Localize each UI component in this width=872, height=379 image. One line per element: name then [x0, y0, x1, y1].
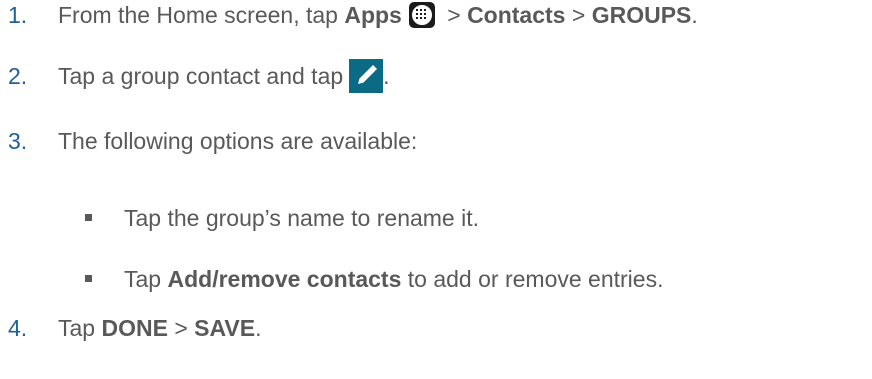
bullet-text-part: Tap the group’s name to rename it. — [124, 205, 480, 231]
step-text: From the Home screen, tap Apps > Contact… — [58, 0, 698, 30]
bullet-square-icon — [85, 275, 92, 282]
step-number: 3. — [8, 128, 28, 154]
step-text-part: Tap — [58, 315, 102, 341]
bullet-square-icon — [85, 214, 92, 221]
step-text-part: . — [691, 2, 698, 28]
save-label: SAVE — [194, 315, 256, 341]
step-number: 4. — [8, 315, 28, 341]
groups-label: GROUPS — [591, 2, 692, 28]
step-text-part: From the Home screen, tap — [58, 2, 345, 28]
apps-grid-icon — [408, 2, 435, 28]
step-text: Tap DONE > SAVE. — [58, 313, 261, 343]
step-text-part: . — [383, 63, 390, 89]
step-text-part: > — [440, 2, 468, 28]
bullet-text-part: Tap — [124, 266, 168, 292]
step-text-part: The following options are available: — [58, 128, 418, 154]
bullet-text-part: to add or remove entries. — [401, 266, 664, 292]
bullet-text: Tap the group’s name to rename it. — [124, 203, 479, 233]
step-text-part: > — [565, 2, 592, 28]
done-label: DONE — [101, 315, 168, 341]
step-number: 2. — [8, 63, 28, 89]
step-text-part: Tap a group contact and tap — [58, 63, 344, 89]
step-text-part: . — [255, 315, 262, 341]
bullet-text: Tap Add/remove contacts to add or remove… — [124, 264, 663, 294]
step-text-part: > — [167, 315, 195, 341]
apps-label: Apps — [344, 2, 402, 28]
step-number: 1. — [8, 2, 28, 28]
step-text: Tap a group contact and tap. — [58, 59, 390, 93]
contacts-label: Contacts — [467, 2, 566, 28]
add-remove-contacts-label: Add/remove contacts — [167, 266, 402, 292]
step-text: The following options are available: — [58, 126, 417, 156]
pencil-edit-icon — [349, 59, 384, 93]
